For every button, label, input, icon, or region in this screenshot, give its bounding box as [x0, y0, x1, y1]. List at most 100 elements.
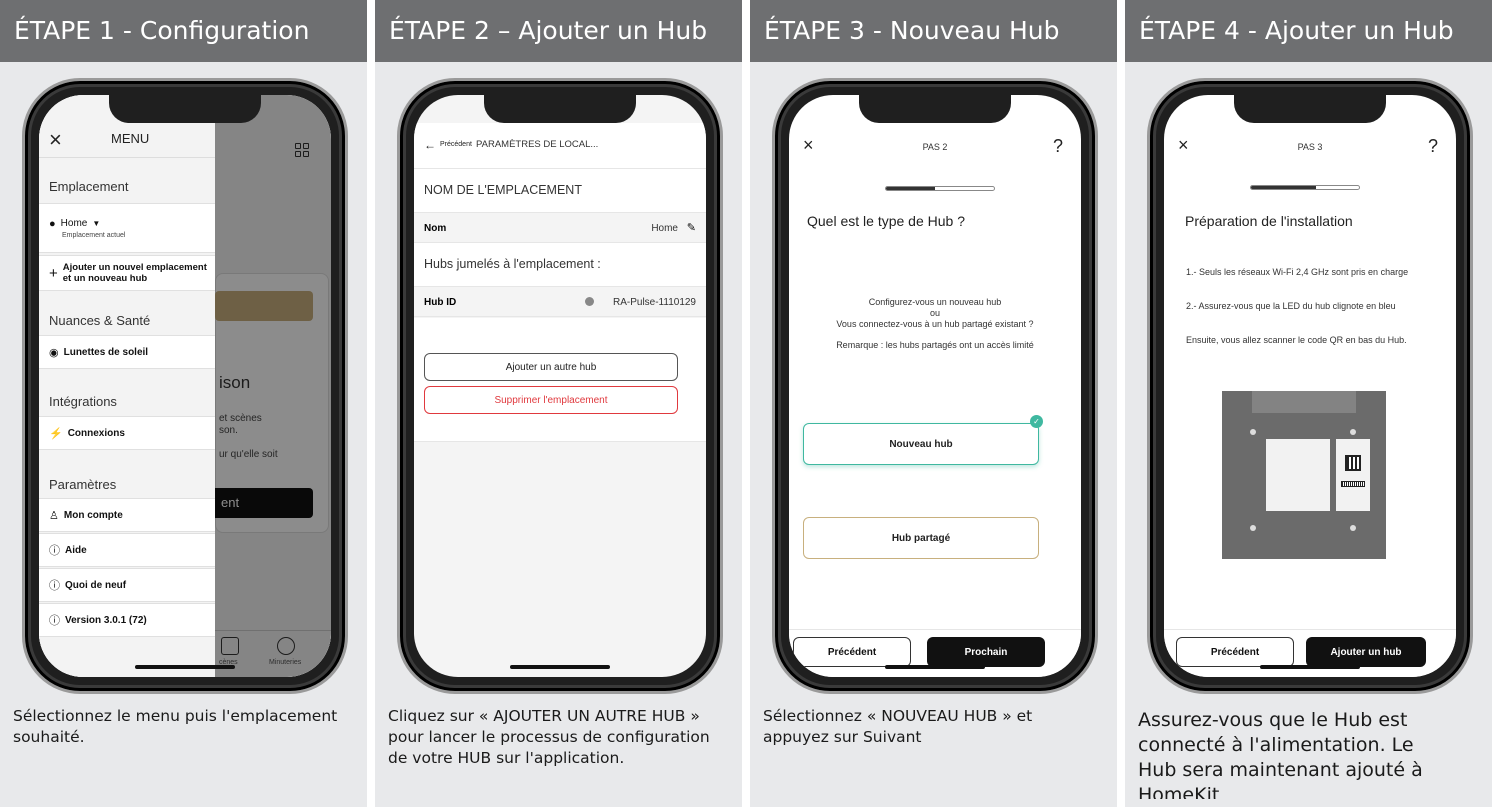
sunglasses-label: Lunettes de soleil — [63, 346, 149, 358]
step-header: ÉTAPE 2 – Ajouter un Hub — [375, 0, 742, 62]
hub-id-value: RA-Pulse-1110129 — [612, 297, 696, 308]
option-shared-hub[interactable]: Hub partagé — [803, 517, 1039, 559]
plus-icon: + — [49, 264, 58, 282]
menu-item-add-location[interactable]: + Ajouter un nouvel emplacement et un no… — [39, 255, 215, 291]
account-label: Mon compte — [63, 509, 123, 521]
phone-frame: × PAS 3 ? Préparation de l'installation … — [1147, 78, 1473, 694]
connections-label: Connexions — [67, 427, 125, 439]
next-button[interactable]: Prochain — [927, 637, 1045, 667]
qr-code-icon — [1345, 455, 1361, 471]
step-caption: Sélectionnez le menu puis l'emplacement … — [13, 707, 338, 746]
description-line: Vous connectez-vous à un hub partagé exi… — [836, 319, 1034, 329]
section-settings: Paramètres — [49, 477, 117, 492]
step-indicator: PAS 2 — [922, 142, 948, 152]
description-line: ou — [929, 308, 940, 318]
phone-screen: × PAS 3 ? Préparation de l'installation … — [1164, 95, 1456, 677]
location-name-header: NOM DE L'EMPLACEMENT — [414, 169, 706, 213]
delete-location-button[interactable]: Supprimer l'emplacement — [424, 386, 678, 414]
page-title: PARAMÈTRES DE LOCAL... — [476, 139, 599, 150]
previous-button[interactable]: Précédent — [793, 637, 911, 667]
name-label: Nom — [424, 223, 447, 234]
phone-notch — [484, 95, 636, 123]
description-line: Configurez-vous un nouveau hub — [868, 297, 1002, 307]
location-name: Home — [60, 218, 88, 229]
step-caption: Cliquez sur « AJOUTER UN AUTRE HUB » pou… — [388, 707, 710, 767]
option-new-hub[interactable]: Nouveau hub — [803, 423, 1039, 465]
user-icon: ♙ — [49, 509, 59, 522]
step-card-1: ÉTAPE 1 - Configuration ison et scènes s… — [0, 0, 367, 807]
home-indicator — [885, 665, 985, 669]
chevron-down-icon: ▼ — [92, 219, 101, 228]
home-indicator — [135, 665, 235, 669]
phone-notch — [109, 95, 261, 123]
location-sub: Emplacement actuel — [62, 231, 126, 239]
side-menu: × MENU Emplacement ● Home ▼ Emplacement … — [39, 95, 215, 677]
step-card-2: ÉTAPE 2 – Ajouter un Hub ← Précédent PAR… — [375, 0, 742, 807]
phone-frame: ison et scènes son. ur qu'elle soit ent … — [22, 78, 348, 694]
remark-text: Remarque : les hubs partagés ont un accè… — [836, 340, 1034, 350]
dim-overlay[interactable] — [215, 95, 331, 677]
menu-divider — [39, 157, 215, 158]
phone-screen: × PAS 2 ? Quel est le type de Hub ? Conf… — [789, 95, 1081, 677]
sunglasses-icon: ◉ — [49, 346, 59, 359]
menu-item-whats-new[interactable]: ⓘ Quoi de neuf — [39, 568, 215, 602]
whats-new-label: Quoi de neuf — [65, 579, 127, 591]
step-caption: Assurez-vous que le Hub est connecté à l… — [1138, 709, 1423, 799]
home-indicator — [1260, 665, 1360, 669]
previous-button[interactable]: Précédent — [1176, 637, 1294, 667]
check-icon: ✓ — [1030, 415, 1043, 428]
phone-screen: ison et scènes son. ur qu'elle soit ent … — [39, 95, 331, 677]
hub-qr-sticker — [1336, 439, 1370, 511]
hub-screw — [1250, 429, 1256, 435]
step-caption: Sélectionnez « NOUVEAU HUB » et appuyez … — [763, 707, 1033, 746]
progress-bar — [1250, 185, 1360, 190]
help-icon[interactable]: ? — [1053, 136, 1063, 157]
section-integrations: Intégrations — [49, 394, 117, 409]
hubs-header: Hubs jumelés à l'emplacement : — [414, 243, 706, 287]
hub-label-sticker — [1266, 439, 1330, 511]
name-value: Home — [651, 223, 678, 234]
help-icon[interactable]: ? — [1428, 136, 1438, 157]
add-location-label: Ajouter un nouvel emplacement et un nouv… — [62, 262, 207, 284]
menu-item-help[interactable]: ⓘ Aide — [39, 533, 215, 567]
step-header: ÉTAPE 1 - Configuration — [0, 0, 367, 62]
back-arrow-icon[interactable]: ← — [424, 138, 436, 152]
phone-frame: × PAS 2 ? Quel est le type de Hub ? Conf… — [772, 78, 1098, 694]
section-heading: Hubs jumelés à l'emplacement : — [424, 257, 601, 271]
hub-id-label: Hub ID — [424, 297, 457, 308]
hub-screw — [1350, 525, 1356, 531]
menu-item-sunglasses[interactable]: ◉ Lunettes de soleil — [39, 335, 215, 369]
help-label: Aide — [65, 544, 87, 556]
hub-screw — [1250, 525, 1256, 531]
menu-item-connections[interactable]: ⚡ Connexions — [39, 416, 215, 450]
section-heading: NOM DE L'EMPLACEMENT — [424, 183, 582, 197]
hub-screw — [1350, 429, 1356, 435]
progress-fill — [886, 187, 935, 190]
add-hub-button[interactable]: Ajouter un autre hub — [424, 353, 678, 381]
instruction-3: Ensuite, vous allez scanner le code QR e… — [1186, 335, 1407, 345]
hub-top-strip — [1252, 391, 1356, 413]
name-row[interactable]: Nom Home ✎ — [414, 213, 706, 243]
menu-item-account[interactable]: ♙ Mon compte — [39, 498, 215, 532]
step-header: ÉTAPE 3 - Nouveau Hub — [750, 0, 1117, 62]
info-icon: ⓘ — [49, 615, 60, 627]
hub-id-row: Hub ID RA-Pulse-1110129 — [414, 287, 706, 317]
step-card-3: ÉTAPE 3 - Nouveau Hub × PAS 2 ? Quel est… — [750, 0, 1117, 807]
location-pin-icon: ● — [49, 217, 56, 230]
phone-notch — [1234, 95, 1386, 123]
barcode-icon — [1341, 481, 1365, 487]
menu-item-version: ⓘ Version 3.0.1 (72) — [39, 603, 215, 637]
progress-bar — [885, 186, 995, 191]
close-icon[interactable]: × — [49, 127, 62, 153]
version-label: Version 3.0.1 (72) — [65, 614, 147, 626]
edit-pencil-icon[interactable]: ✎ — [687, 221, 696, 234]
menu-title: MENU — [111, 131, 150, 146]
section-shades-health: Nuances & Santé — [49, 313, 151, 328]
back-button-label[interactable]: Précédent — [440, 141, 472, 148]
add-hub-button[interactable]: Ajouter un hub — [1306, 637, 1426, 667]
phone-notch — [859, 95, 1011, 123]
home-indicator — [510, 665, 610, 669]
status-dot-icon — [585, 297, 594, 306]
instruction-2: 2.- Assurez-vous que la LED du hub clign… — [1186, 301, 1396, 311]
menu-item-home[interactable]: ● Home ▼ Emplacement actuel — [39, 203, 215, 253]
